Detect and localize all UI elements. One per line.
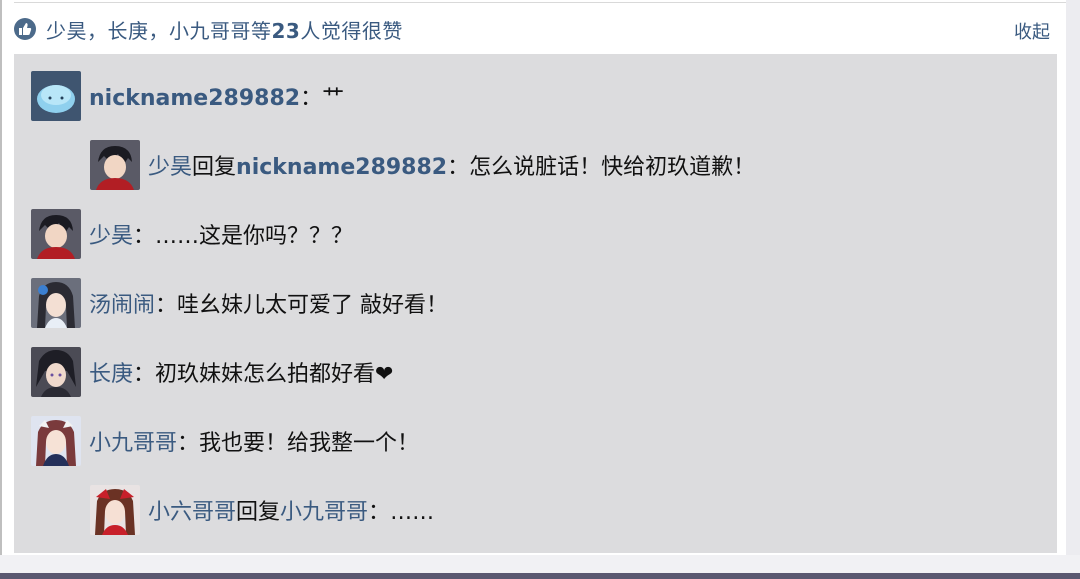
reply-target[interactable]: 小九哥哥 <box>280 500 368 525</box>
comment-body: ……这是你吗？？？ <box>155 224 354 249</box>
reply-item: 小六哥哥回复小九哥哥：…… <box>90 484 434 536</box>
comments-panel: nickname289882：艹 少昊回复nickname289882：怎么说脏… <box>14 54 1057 553</box>
comment-item: 汤闹闹：哇幺妹儿太可爱了 敲好看！ <box>31 277 448 329</box>
avatar[interactable] <box>90 485 140 535</box>
reply-item: 少昊回复nickname289882：怎么说脏话！快给初玖道歉！ <box>90 139 755 191</box>
thumbs-up-icon[interactable] <box>14 18 36 40</box>
comment-author[interactable]: 汤闹闹 <box>89 293 155 318</box>
comment-body: 艹 <box>322 86 345 111</box>
likes-suffix: 人觉得很赞 <box>300 18 403 43</box>
comment-separator: ： <box>133 362 156 387</box>
comment-author[interactable]: 小九哥哥 <box>89 431 177 456</box>
comment-separator: ： <box>133 224 156 249</box>
reply-word: 回复 <box>192 155 237 180</box>
comment-author[interactable]: nickname289882 <box>89 86 300 111</box>
comment-body: 怎么说脏话！快给初玖道歉！ <box>469 155 756 180</box>
comment-author[interactable]: 长庚 <box>89 362 133 387</box>
comment-body: 初玖妹妹怎么拍都好看❤ <box>155 362 394 387</box>
left-border <box>0 0 2 579</box>
bottom-strip <box>0 555 1080 573</box>
collapse-link[interactable]: 收起 <box>1014 18 1050 44</box>
comment-text: 少昊：……这是你吗？？？ <box>89 218 353 250</box>
comment-text: nickname289882：艹 <box>89 80 344 112</box>
comment-separator: ： <box>177 431 200 456</box>
likes-users[interactable]: 少昊，长庚，小九哥哥等 <box>46 19 272 43</box>
comment-text: 少昊回复nickname289882：怎么说脏话！快给初玖道歉！ <box>148 149 755 181</box>
reply-word: 回复 <box>236 500 281 525</box>
comment-author[interactable]: 少昊 <box>89 224 133 249</box>
comment-author[interactable]: 小六哥哥 <box>148 500 236 525</box>
comment-item: nickname289882：艹 <box>31 70 344 122</box>
comment-text: 长庚：初玖妹妹怎么拍都好看❤ <box>89 356 393 388</box>
comment-separator: ： <box>368 500 391 525</box>
likes-summary[interactable]: 少昊，长庚，小九哥哥等23人觉得很赞 <box>46 15 403 44</box>
avatar[interactable] <box>31 209 81 259</box>
comment-text: 小九哥哥：我也要！给我整一个！ <box>89 425 419 457</box>
avatar[interactable] <box>90 140 140 190</box>
comment-text: 汤闹闹：哇幺妹儿太可爱了 敲好看！ <box>89 287 448 319</box>
comment-item: 小九哥哥：我也要！给我整一个！ <box>31 415 419 467</box>
avatar[interactable] <box>31 347 81 397</box>
comment-item: 少昊：……这是你吗？？？ <box>31 208 353 260</box>
bottom-bar <box>0 573 1080 579</box>
likes-count: 23 <box>271 18 301 43</box>
comment-item: 长庚：初玖妹妹怎么拍都好看❤ <box>31 346 393 398</box>
likes-row: 少昊，长庚，小九哥哥等23人觉得很赞 收起 <box>14 12 1052 46</box>
right-border <box>1066 0 1080 579</box>
comment-separator: ： <box>300 86 323 111</box>
top-divider <box>14 2 1066 3</box>
avatar[interactable] <box>31 71 81 121</box>
comment-author[interactable]: 少昊 <box>148 155 192 180</box>
reply-target[interactable]: nickname289882 <box>236 155 447 180</box>
avatar[interactable] <box>31 278 81 328</box>
comment-separator: ： <box>155 293 178 318</box>
avatar[interactable] <box>31 416 81 466</box>
comment-text: 小六哥哥回复小九哥哥：…… <box>148 494 434 526</box>
comment-body: 我也要！给我整一个！ <box>199 431 420 456</box>
comment-separator: ： <box>447 155 470 180</box>
comment-body: 哇幺妹儿太可爱了 敲好看！ <box>177 293 449 318</box>
comment-body: …… <box>390 500 435 525</box>
